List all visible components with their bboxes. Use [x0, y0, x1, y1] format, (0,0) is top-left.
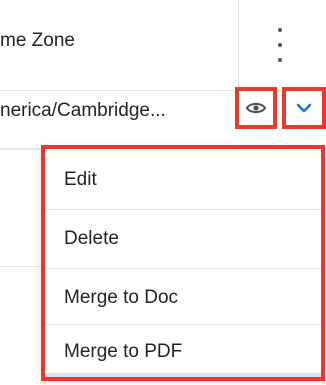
more-options-button[interactable]: [268, 28, 292, 62]
record-actions-dropdown-button[interactable]: [282, 87, 326, 129]
row-divider: [0, 266, 40, 267]
menu-item-delete[interactable]: Delete: [45, 210, 321, 268]
preview-button[interactable]: [235, 87, 277, 129]
menu-item-merge-to-doc[interactable]: Merge to Doc: [45, 269, 321, 327]
vertical-dots-icon: [278, 28, 282, 32]
chevron-down-icon: [296, 103, 312, 113]
column-divider: [238, 0, 239, 90]
time-zone-cell: nerica/Cambridge...: [0, 100, 166, 121]
menu-bottom-accent: [45, 373, 321, 377]
column-header-time-zone[interactable]: me Zone: [0, 30, 75, 52]
actions-dropdown-menu: Edit Delete Merge to Doc Merge to PDF: [41, 145, 325, 381]
eye-icon: [246, 102, 266, 114]
list-header-row: me Zone: [0, 0, 326, 91]
menu-item-edit[interactable]: Edit: [45, 151, 321, 209]
